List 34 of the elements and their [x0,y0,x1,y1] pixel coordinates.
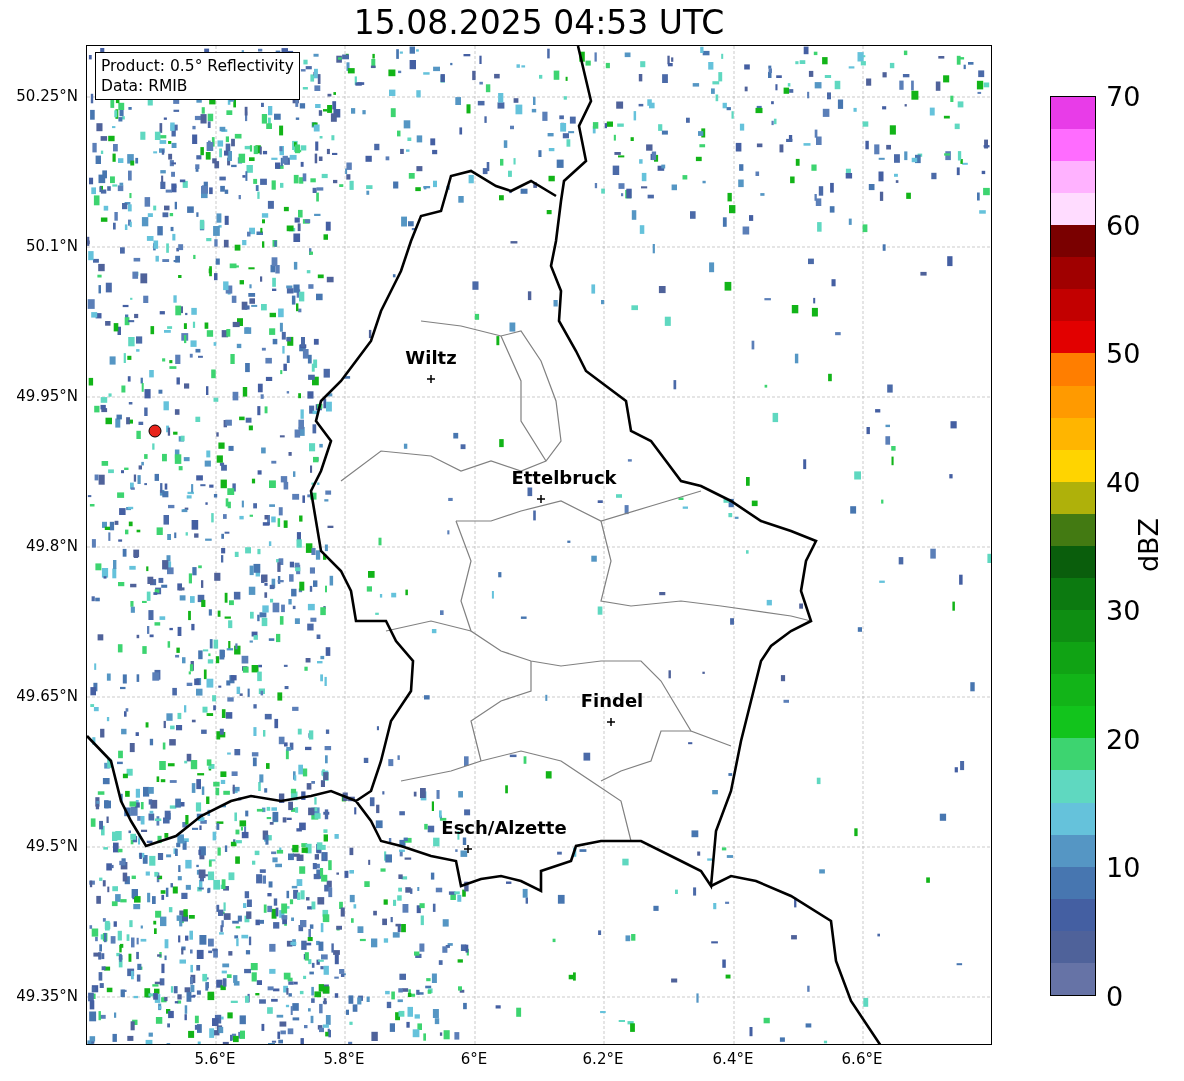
city-marker-icon [426,374,436,384]
info-text: Data: RMIB [101,76,189,96]
colorbar-tick-label: 20 [1106,723,1141,755]
colorbar-tick-label: 30 [1106,594,1141,626]
colorbar-tick-label: 60 [1106,209,1141,241]
city-label: Wiltz [405,347,457,368]
colorbar-label: dBZ [1132,517,1164,573]
longitude-tick-label: 6.4°E [712,1050,754,1068]
longitude-tick-label: 6.6°E [841,1050,883,1068]
latitude-tick-label: 50.1°N [25,237,78,255]
info-text: Product: 0.5° Reflectivity [101,56,294,76]
colorbar-tick-label: 10 [1106,851,1141,883]
colorbar-tick-label: 70 [1106,80,1141,112]
radar-site-icon [148,424,162,438]
longitude-tick-label: 6.2°E [582,1050,624,1068]
colorbar-tick-label: 40 [1106,466,1141,498]
longitude-tick-label: 6°E [460,1050,488,1068]
colorbar-tick-label: 0 [1106,980,1124,1012]
latitude-tick-label: 50.25°N [16,87,78,105]
city-marker-icon [606,717,616,727]
latitude-tick-label: 49.8°N [25,537,78,555]
city-marker-icon [536,494,546,504]
longitude-tick-label: 5.6°E [194,1050,236,1068]
latitude-tick-label: 49.35°N [16,987,78,1005]
latitude-tick-label: 49.65°N [16,687,78,705]
longitude-tick-label: 5.8°E [323,1050,365,1068]
colorbar-tick-label: 50 [1106,337,1141,369]
chart-title: 15.08.2025 04:53 UTC [352,2,726,44]
latitude-tick-label: 49.5°N [25,837,78,855]
city-label: Esch/Alzette [441,817,567,838]
city-label: Findel [580,690,644,711]
city-label: Ettelbruck [511,467,617,488]
city-marker-icon [463,844,473,854]
latitude-tick-label: 49.95°N [16,387,78,405]
